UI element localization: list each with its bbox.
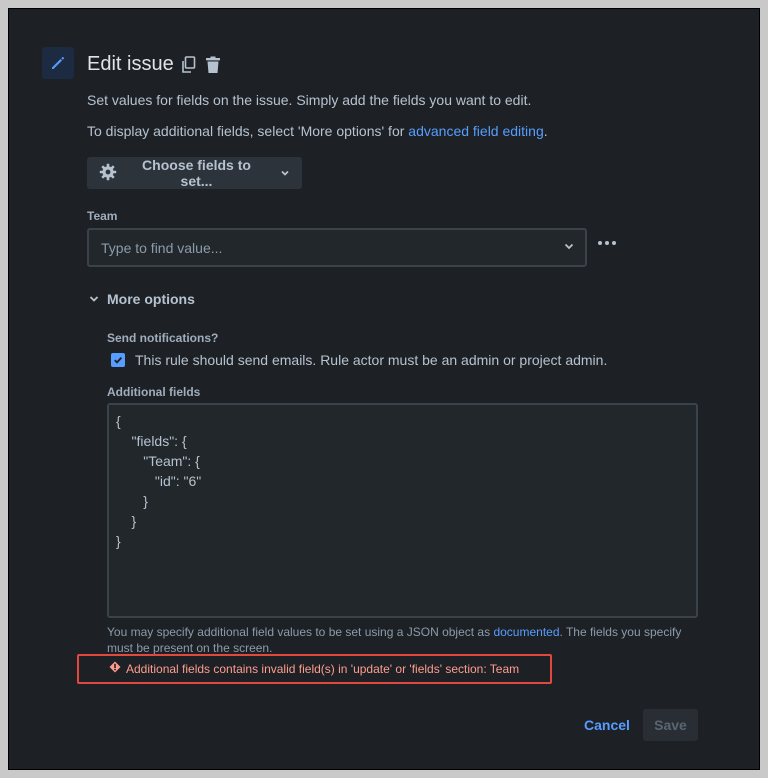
send-notifications-label: Send notifications? [107,331,219,345]
team-field-label: Team [87,209,118,223]
intro-text: Set values for fields on the issue. Simp… [87,92,532,108]
send-notifications-row: This rule should send emails. Rule actor… [111,352,607,368]
advanced-field-editing-link[interactable]: advanced field editing [408,123,543,139]
pencil-icon [42,47,74,79]
error-text: Additional fields contains invalid field… [126,661,520,676]
more-actions-icon[interactable] [595,234,619,252]
additional-fields-label: Additional fields [107,385,201,399]
copy-icon[interactable] [181,56,197,79]
error-message: Additional fields contains invalid field… [109,661,519,676]
intro-prefix: To display additional fields, select 'Mo… [87,123,409,139]
chevron-down-icon [280,165,290,181]
team-select[interactable] [87,228,587,267]
documented-link[interactable]: documented [493,625,559,639]
save-button[interactable]: Save [643,709,698,741]
chevron-down-icon [89,291,99,307]
more-options-label: More options [107,291,195,307]
choose-fields-button[interactable]: Choose fields to set... [87,157,302,189]
help-prefix: You may specify additional field values … [107,625,494,639]
page-title: Edit issue [87,53,174,75]
additional-fields-textarea[interactable] [107,403,698,618]
intro-suffix: . [543,123,548,139]
intro-text-advanced: To display additional fields, select 'Mo… [87,123,548,139]
send-emails-checkbox-label: This rule should send emails. Rule actor… [135,352,608,368]
error-icon [109,661,121,676]
choose-fields-label: Choose fields to set... [142,157,251,189]
cancel-button[interactable]: Cancel [577,709,637,741]
team-search-input[interactable] [99,238,519,257]
trash-icon[interactable] [205,56,221,79]
more-options-toggle[interactable]: More options [89,291,195,307]
edit-issue-panel: Edit issue Set values for fields on the … [8,8,760,770]
gear-icon [99,163,117,184]
chevron-down-icon[interactable] [563,239,575,257]
send-emails-checkbox[interactable] [111,353,125,367]
additional-fields-help: You may specify additional field values … [107,624,707,656]
